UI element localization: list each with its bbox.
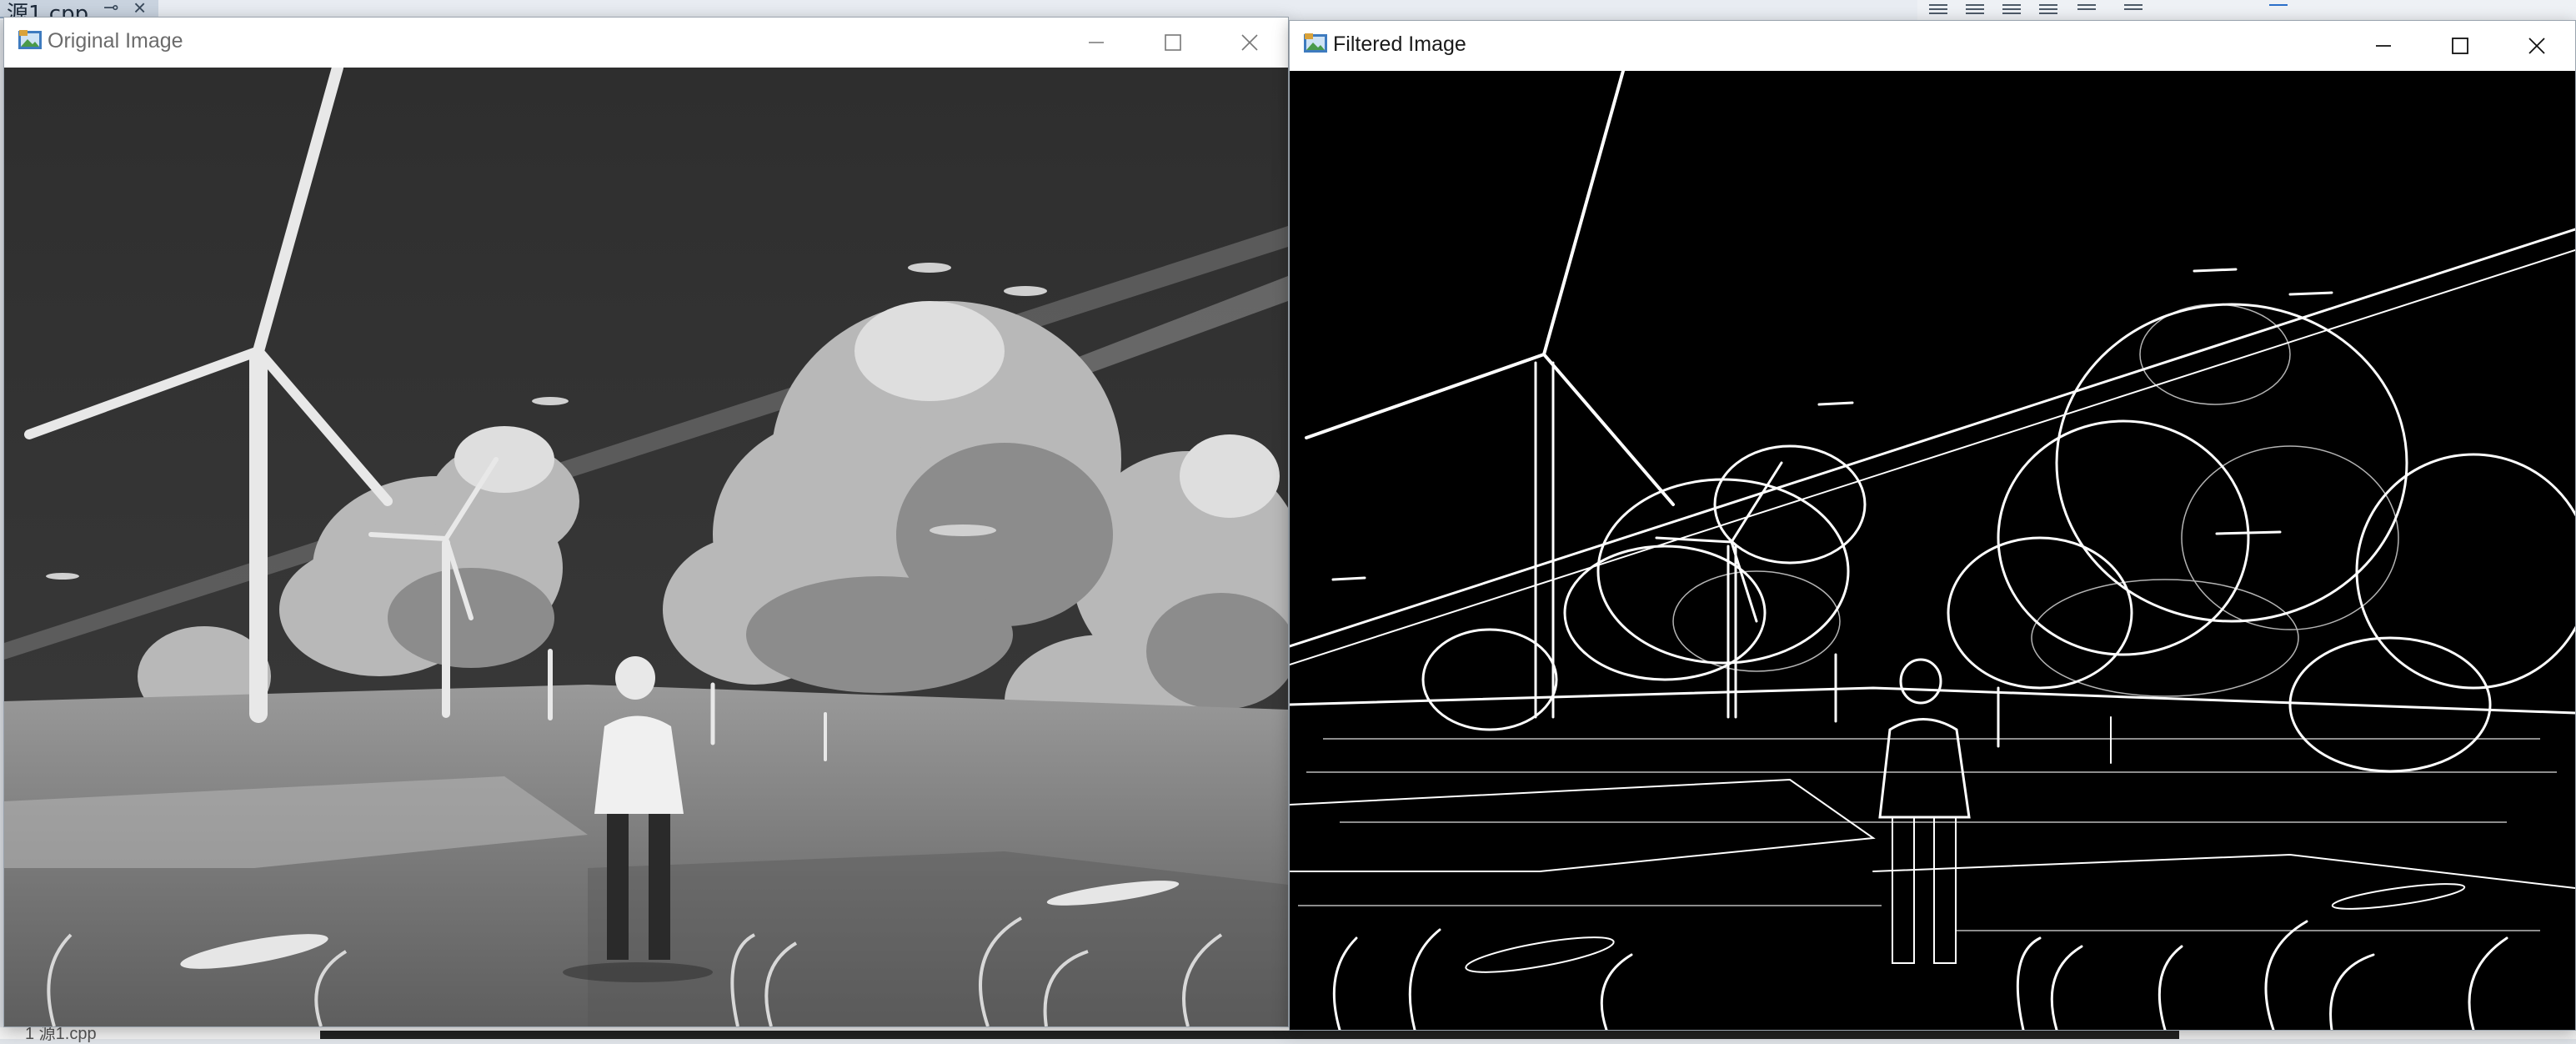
- window-title: Original Image: [48, 29, 183, 53]
- close-button[interactable]: [2498, 21, 2575, 71]
- maximize-icon: [2452, 38, 2468, 54]
- justify-icon[interactable]: [2037, 2, 2059, 17]
- maximize-button[interactable]: [1135, 18, 1211, 68]
- close-icon: [1241, 34, 1258, 51]
- filtered-image-canvas: [1290, 71, 2575, 1030]
- minimize-icon: [1089, 42, 1104, 43]
- editor-tab[interactable]: 源1.cpp ⊸ ×: [0, 0, 158, 27]
- image-window-icon: [18, 30, 42, 49]
- window-title: Filtered Image: [1333, 33, 1466, 56]
- filtered-image-window[interactable]: Filtered Image: [1289, 20, 2576, 1031]
- minimize-button[interactable]: [2345, 21, 2422, 71]
- formatting-toolbar: [1917, 0, 2576, 20]
- pin-icon[interactable]: ⊸: [103, 0, 118, 18]
- maximize-button[interactable]: [2422, 21, 2498, 71]
- align-center-icon[interactable]: [1964, 2, 1986, 17]
- window-titlebar[interactable]: Filtered Image: [1290, 21, 2575, 71]
- image-window-icon: [1304, 33, 1327, 53]
- original-image-window[interactable]: Original Image: [3, 17, 1289, 1027]
- minimize-button[interactable]: [1058, 18, 1135, 68]
- line-spacing-icon[interactable]: [2122, 2, 2144, 17]
- scrollbar-track[interactable]: [320, 1031, 2179, 1039]
- align-right-icon[interactable]: [2001, 2, 2022, 17]
- align-left-icon[interactable]: [1927, 2, 1949, 17]
- distribute-icon[interactable]: [2076, 2, 2097, 17]
- close-button[interactable]: [1211, 18, 1288, 68]
- window-titlebar[interactable]: Original Image: [4, 18, 1288, 68]
- minimize-icon: [2376, 45, 2391, 47]
- maximize-icon: [1165, 34, 1181, 51]
- close-icon: [2528, 38, 2545, 54]
- original-image-canvas: [4, 68, 1288, 1026]
- paint-icon[interactable]: [2268, 2, 2289, 17]
